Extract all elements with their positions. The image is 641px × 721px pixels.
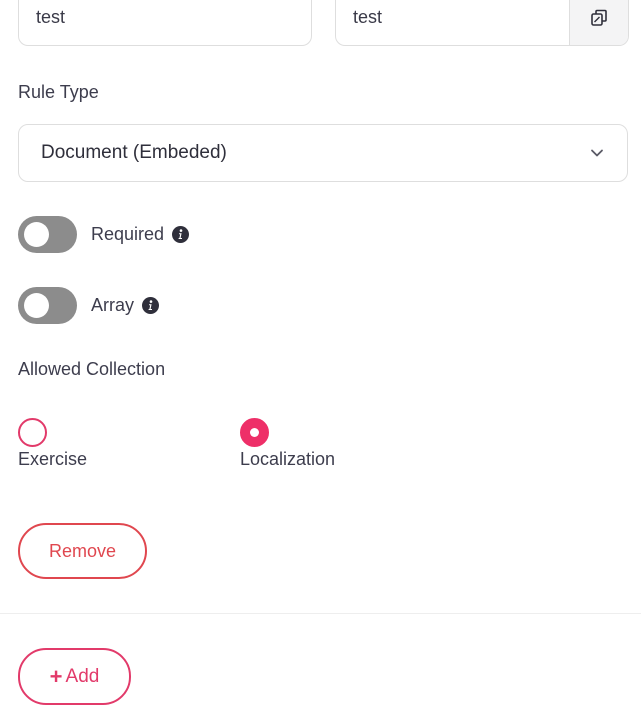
array-toggle-row: Array <box>18 287 160 324</box>
right-text-field[interactable]: test <box>335 0 629 46</box>
radio-option-exercise[interactable]: Exercise <box>18 418 87 470</box>
copy-button[interactable] <box>569 0 628 45</box>
required-label: Required <box>91 224 165 244</box>
radio-label-localization: Localization <box>240 449 336 469</box>
radio-label-exercise: Exercise <box>18 449 88 469</box>
remove-button-label: Remove <box>48 540 117 561</box>
radio-dot <box>250 428 259 437</box>
add-button-label: Add <box>65 665 100 687</box>
radio-button-localization[interactable] <box>240 418 269 447</box>
rule-editor: test test Rule Type Document (Embeded) R… <box>0 0 641 721</box>
array-toggle[interactable] <box>18 287 77 324</box>
radio-button-exercise[interactable] <box>18 418 47 447</box>
rule-type-select[interactable]: Document (Embeded) <box>18 124 628 182</box>
info-icon[interactable] <box>172 226 190 243</box>
allowed-collection-label: Allowed Collection <box>18 359 166 379</box>
left-text-field[interactable]: test <box>18 0 312 46</box>
array-label: Array <box>91 295 135 315</box>
remove-button[interactable]: Remove <box>18 523 147 579</box>
required-toggle[interactable] <box>18 216 77 253</box>
plus-icon: + <box>49 663 63 689</box>
divider <box>0 613 641 614</box>
copy-icon <box>591 9 607 26</box>
right-text-value: test <box>353 7 383 27</box>
toggle-knob <box>24 222 49 247</box>
chevron-down-icon <box>591 149 603 157</box>
info-icon[interactable] <box>142 297 160 314</box>
add-button[interactable]: + Add <box>18 648 131 705</box>
rule-type-label: Rule Type <box>18 82 99 102</box>
left-text-value: test <box>36 7 66 27</box>
toggle-knob <box>24 293 49 318</box>
rule-type-selected-value: Document (Embeded) <box>41 142 227 163</box>
radio-option-localization[interactable]: Localization <box>240 418 335 470</box>
required-toggle-row: Required <box>18 216 190 253</box>
